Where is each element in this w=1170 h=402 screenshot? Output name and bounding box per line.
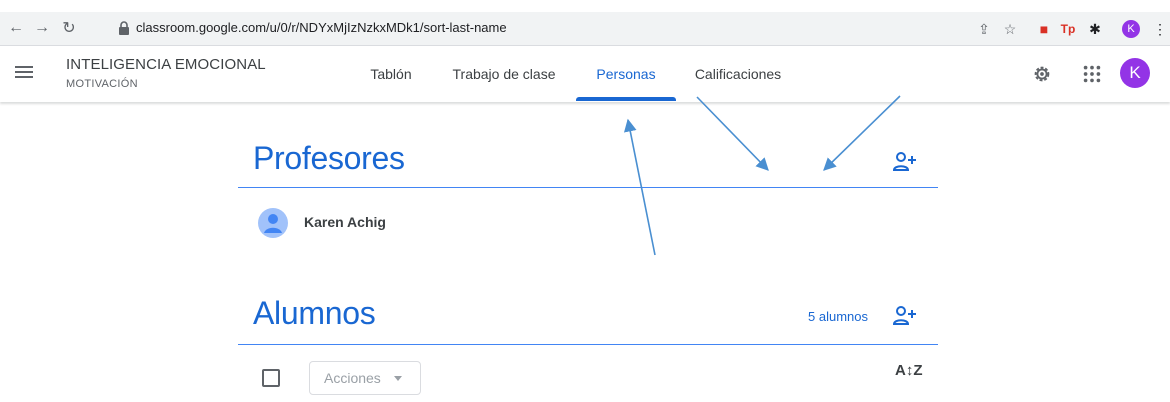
top-strip [0,0,1170,12]
active-tab-indicator [576,97,676,101]
chevron-down-icon [394,376,402,381]
forward-icon[interactable]: → [32,18,52,38]
class-title[interactable]: INTELIGENCIA EMOCIONAL [66,56,266,73]
class-subtitle: MOTIVACIÓN [66,78,138,90]
app-header: INTELIGENCIA EMOCIONAL MOTIVACIÓN Tablón… [0,46,1170,102]
teacher-name[interactable]: Karen Achig [304,214,386,230]
annotation-arrow [823,95,901,171]
teacher-avatar [258,208,288,238]
account-avatar[interactable]: K [1120,58,1150,88]
bookmark-star-icon[interactable]: ☆ [1000,19,1020,39]
share-icon[interactable]: ⇪ [974,19,994,39]
tab-tablon[interactable]: Tablón [356,46,426,102]
sort-az-icon[interactable]: A↕Z [895,362,923,379]
actions-label: Acciones [324,370,381,386]
url-text[interactable]: classroom.google.com/u/0/r/NDYxMjIzNzkxM… [136,20,507,35]
apps-icon[interactable] [1081,63,1103,85]
lock-icon [119,21,129,35]
students-heading: Alumnos [253,295,376,331]
back-icon[interactable]: ← [6,18,26,38]
extension-calendar-icon[interactable]: ■ [1034,19,1054,39]
extensions-puzzle-icon[interactable]: ✱ [1085,19,1105,39]
teachers-divider [238,187,938,188]
browser-profile-avatar[interactable]: K [1122,20,1140,38]
add-student-icon[interactable] [892,304,918,328]
browser-menu-icon[interactable]: ⋮ [1150,19,1170,39]
students-count: 5 alumnos [808,309,868,324]
annotation-arrow [696,96,769,171]
tab-trabajo-de-clase[interactable]: Trabajo de clase [444,46,564,102]
tab-calificaciones[interactable]: Calificaciones [680,46,796,102]
teachers-heading: Profesores [253,140,405,176]
extension-tp-icon[interactable]: Tp [1058,19,1078,39]
browser-toolbar: ← → ↻ classroom.google.com/u/0/r/NDYxMjI… [0,12,1170,46]
tab-personas[interactable]: Personas [576,46,676,102]
students-divider [238,344,938,345]
add-teacher-icon[interactable] [892,150,918,174]
select-all-checkbox[interactable] [262,369,280,387]
actions-dropdown[interactable]: Acciones [309,361,421,395]
settings-icon[interactable] [1031,63,1053,85]
menu-icon[interactable] [12,60,36,84]
reload-icon[interactable]: ↻ [59,18,79,38]
